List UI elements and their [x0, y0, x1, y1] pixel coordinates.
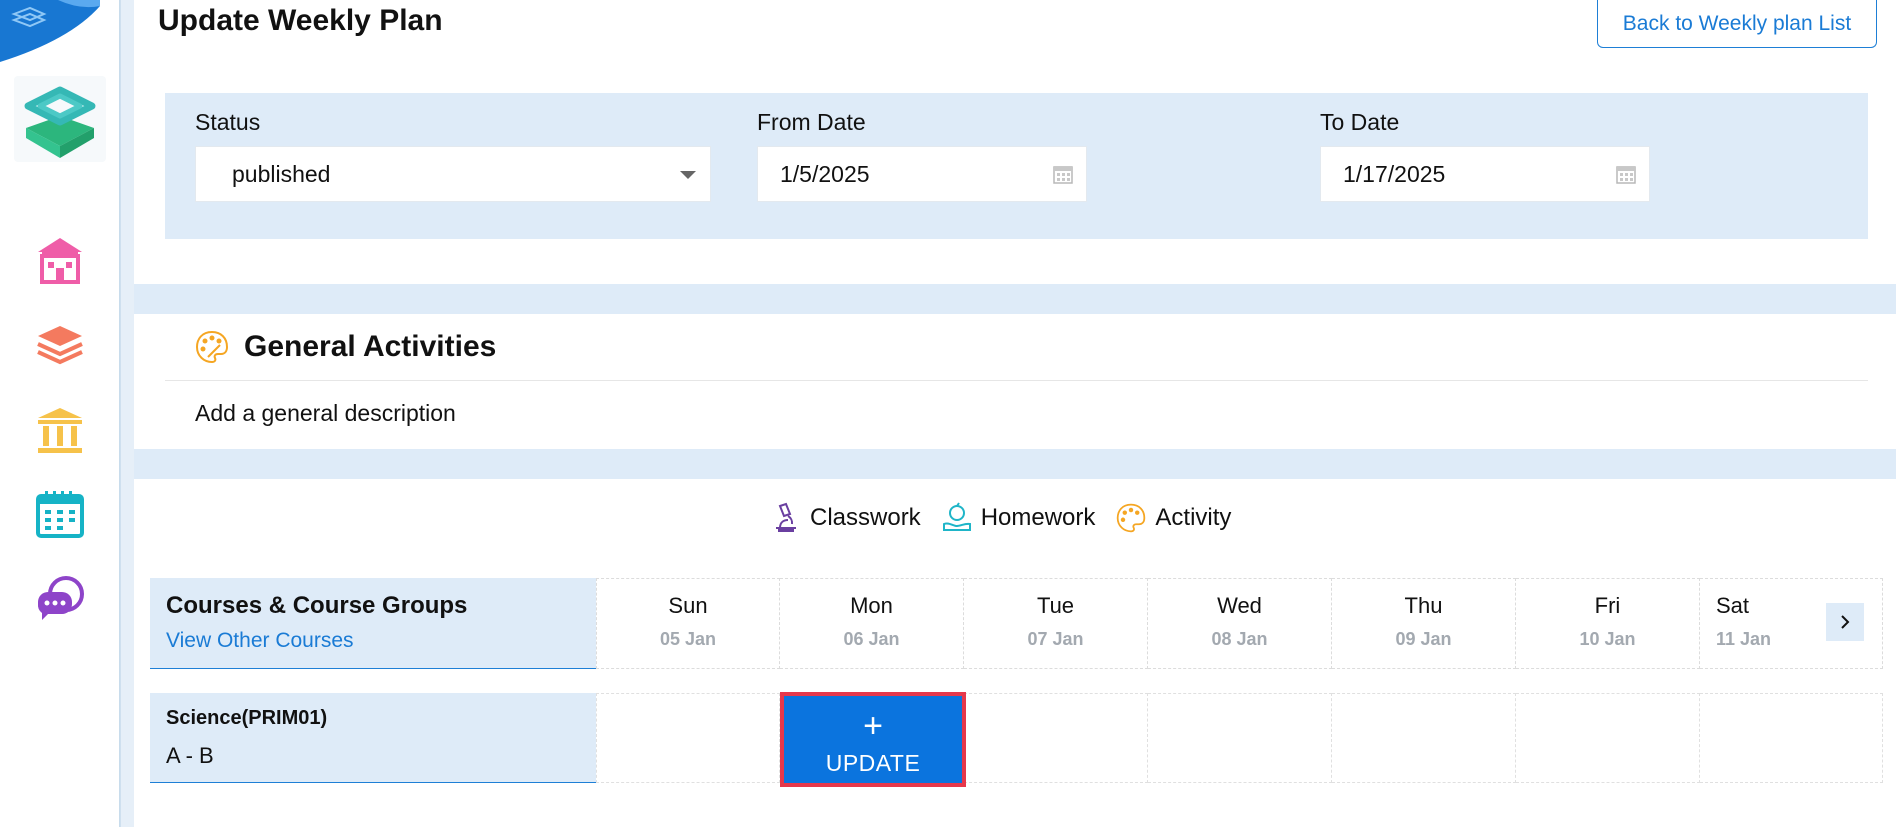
plan-cell[interactable]	[1700, 693, 1883, 783]
calendar-icon[interactable]	[1052, 163, 1074, 185]
day-header-thu: Thu 09 Jan	[1332, 578, 1516, 669]
general-description[interactable]: Add a general description	[195, 400, 456, 427]
legend: Classwork Homework Activity	[770, 500, 1231, 536]
update-label: UPDATE	[825, 750, 921, 776]
status-label: Status	[195, 109, 261, 135]
course-section: A - B	[166, 743, 214, 768]
legend-activity-label: Activity	[1155, 504, 1232, 531]
courses-header: Courses & Course Groups View Other Cours…	[150, 578, 596, 669]
chevron-down-icon	[680, 171, 696, 179]
plan-cell[interactable]	[1148, 693, 1332, 783]
status-select[interactable]: published	[195, 146, 711, 202]
day-date: 06 Jan	[843, 629, 900, 649]
day-name: Mon	[850, 593, 893, 618]
day-header-sun: Sun 05 Jan	[596, 578, 780, 669]
course-name: Science(PRIM01)	[166, 707, 328, 729]
day-name: Sun	[668, 593, 708, 618]
legend-activity: Activity	[1115, 502, 1231, 534]
palette-icon	[1117, 503, 1146, 533]
day-name: Wed	[1217, 593, 1262, 618]
plan-cell[interactable]	[1332, 693, 1516, 783]
day-date: 09 Jan	[1395, 629, 1452, 649]
courses-title: Courses & Course Groups	[166, 592, 468, 619]
brand-logo-icon	[24, 86, 96, 158]
books-icon[interactable]	[34, 320, 86, 372]
legend-classwork-label: Classwork	[810, 504, 921, 531]
back-to-list-button[interactable]: Back to Weekly plan List	[1597, 0, 1877, 48]
day-date: 07 Jan	[1027, 629, 1084, 649]
legend-classwork: Classwork	[770, 502, 921, 534]
course-row: Science(PRIM01) A - B	[150, 693, 596, 783]
section-separator	[134, 284, 1896, 314]
chevron-right-icon	[1841, 615, 1850, 629]
institution-icon[interactable]	[34, 404, 86, 456]
from-date-input[interactable]: 1/5/2025	[757, 146, 1087, 202]
day-header-wed: Wed 08 Jan	[1148, 578, 1332, 669]
day-name: Tue	[1036, 593, 1075, 618]
view-other-courses-link[interactable]: View Other Courses	[166, 629, 354, 653]
plan-cell[interactable]	[1516, 693, 1700, 783]
school-icon[interactable]	[34, 234, 86, 286]
brand-logo[interactable]	[14, 76, 106, 162]
chat-icon[interactable]	[34, 572, 86, 624]
legend-homework: Homework	[941, 502, 1096, 534]
status-value: published	[232, 161, 331, 187]
to-date-value: 1/17/2025	[1343, 161, 1446, 187]
day-header-fri: Fri 10 Jan	[1516, 578, 1700, 669]
general-activities-title: General Activities	[244, 330, 497, 363]
sidebar	[0, 0, 120, 827]
day-name: Fri	[1594, 593, 1621, 618]
section-separator	[134, 449, 1896, 479]
to-date-input[interactable]: 1/17/2025	[1320, 146, 1650, 202]
update-plan-button[interactable]: + UPDATE	[780, 692, 966, 787]
next-week-button[interactable]	[1826, 603, 1864, 641]
day-date: 05 Jan	[659, 629, 717, 649]
day-date: 10 Jan	[1579, 629, 1636, 649]
day-header-mon: Mon 06 Jan	[780, 578, 964, 669]
calendar-icon[interactable]	[34, 488, 86, 540]
day-name: Thu	[1404, 593, 1443, 618]
plan-cell[interactable]	[964, 693, 1148, 783]
plan-cell[interactable]	[596, 693, 780, 783]
legend-homework-label: Homework	[980, 504, 1096, 531]
from-date-value: 1/5/2025	[780, 161, 870, 187]
corner-logo-icon	[0, 0, 100, 62]
day-header-tue: Tue 07 Jan	[964, 578, 1148, 669]
microscope-icon	[776, 502, 796, 532]
page-title: Update Weekly Plan	[158, 4, 443, 37]
filter-panel: Status published From Date 1/5/2025 To D…	[165, 93, 1868, 239]
day-date: 08 Jan	[1211, 629, 1268, 649]
from-date-label: From Date	[757, 109, 866, 135]
calendar-icon[interactable]	[1615, 163, 1637, 185]
sidebar-divider	[120, 0, 134, 827]
palette-icon	[195, 330, 229, 364]
divider	[165, 380, 1868, 381]
plus-icon: +	[863, 707, 883, 745]
weekly-plan-app: Update Weekly Plan Back to Weekly plan L…	[0, 0, 1896, 827]
to-date-label: To Date	[1320, 109, 1400, 135]
apple-hand-icon	[942, 502, 971, 531]
